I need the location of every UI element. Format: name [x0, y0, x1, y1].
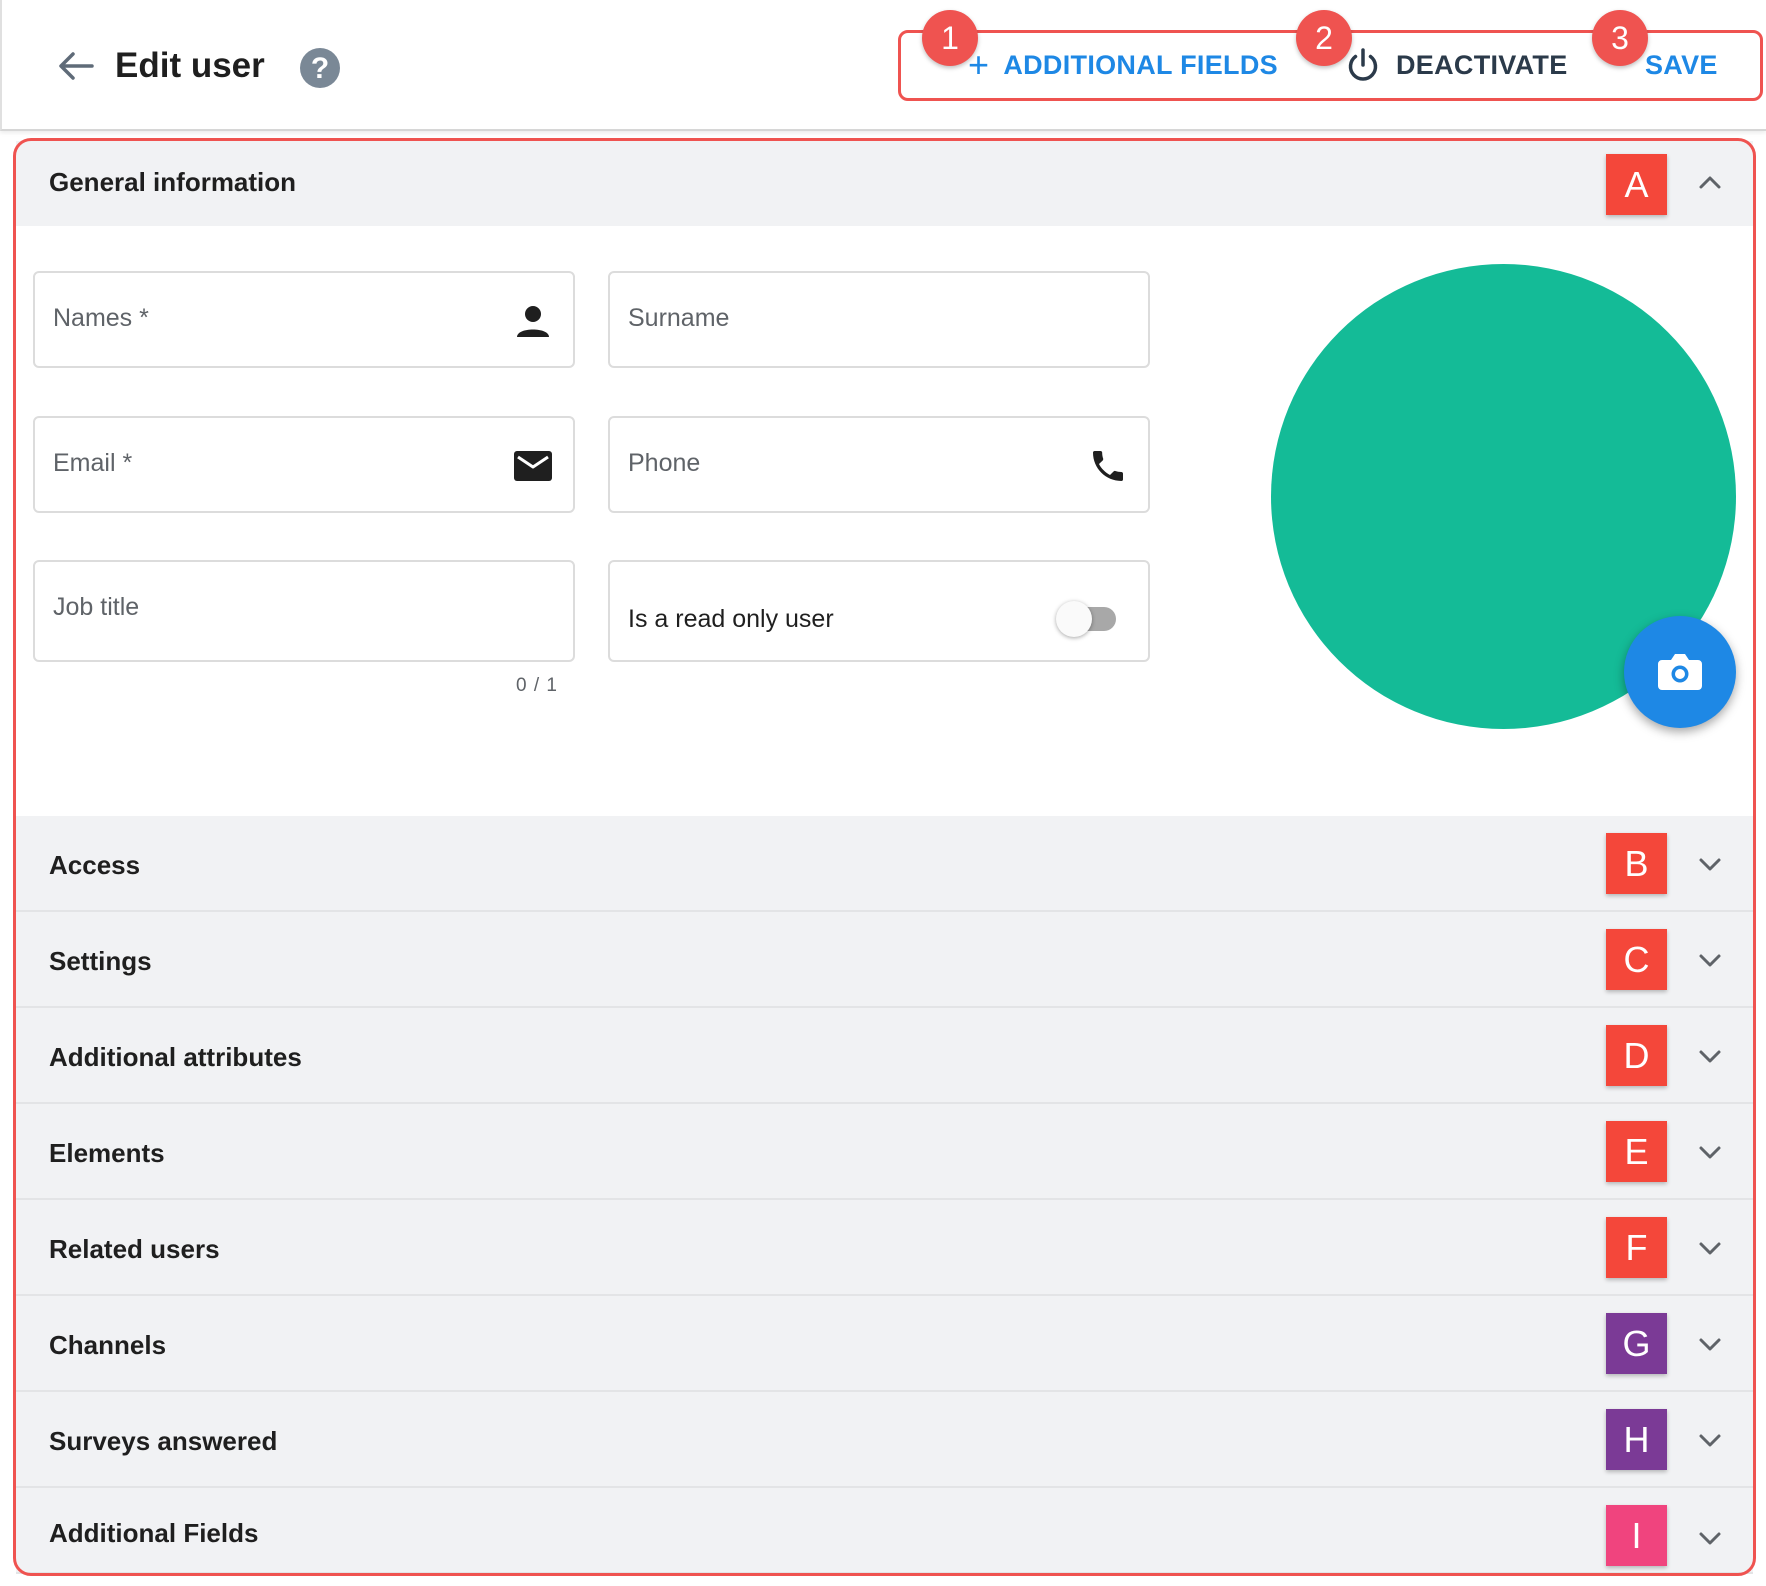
section-badge-c: C: [1606, 929, 1667, 990]
camera-icon: [1658, 654, 1702, 690]
section-title: Additional attributes: [49, 1042, 302, 1072]
general-information-header[interactable]: General information A: [16, 141, 1753, 226]
section-badge-a: A: [1606, 154, 1667, 215]
surname-field[interactable]: Surname: [608, 271, 1150, 368]
job-title-field[interactable]: Job title: [33, 560, 575, 662]
section-header-settings[interactable]: Settings C: [16, 912, 1753, 1008]
additional-fields-label: ADDITIONAL FIELDS: [1003, 49, 1278, 80]
chevron-down-icon[interactable]: [1694, 1522, 1726, 1554]
email-field[interactable]: Email *: [33, 416, 575, 513]
section-badge-i: I: [1606, 1505, 1667, 1566]
section-title: Elements: [49, 1138, 165, 1168]
surname-label: Surname: [628, 304, 730, 332]
section-header-related-users[interactable]: Related users F: [16, 1200, 1753, 1296]
help-button[interactable]: ?: [300, 48, 340, 88]
chevron-down-icon[interactable]: [1694, 1424, 1726, 1456]
section-title: Related users: [49, 1234, 220, 1264]
chevron-down-icon[interactable]: [1694, 1040, 1726, 1072]
chevron-down-icon[interactable]: [1694, 1136, 1726, 1168]
section-header-access[interactable]: Access B: [16, 816, 1753, 912]
section-badge-h: H: [1606, 1409, 1667, 1470]
section-title: Additional Fields: [49, 1518, 259, 1548]
callout-badge-2: 2: [1296, 10, 1352, 66]
chevron-down-icon[interactable]: [1694, 944, 1726, 976]
section-badge-e: E: [1606, 1121, 1667, 1182]
section-badge-d: D: [1606, 1025, 1667, 1086]
job-title-label: Job title: [53, 593, 140, 621]
general-information-title: General information: [49, 167, 297, 197]
save-button[interactable]: SAVE: [1645, 46, 1718, 84]
section-header-surveys-answered[interactable]: Surveys answered H: [16, 1392, 1753, 1488]
deactivate-label: DEACTIVATE: [1396, 49, 1568, 80]
chevron-up-icon[interactable]: [1694, 167, 1726, 199]
section-title: Channels: [49, 1330, 167, 1360]
section-title: Access: [49, 850, 141, 880]
chevron-down-icon[interactable]: [1694, 1328, 1726, 1360]
names-field[interactable]: Names *: [33, 271, 575, 368]
chevron-down-icon[interactable]: [1694, 848, 1726, 880]
section-badge-g: G: [1606, 1313, 1667, 1374]
deactivate-button[interactable]: DEACTIVATE: [1344, 46, 1568, 84]
section-title: Settings: [49, 946, 152, 976]
phone-icon: [1093, 451, 1123, 481]
back-button[interactable]: [54, 44, 98, 88]
power-icon: [1348, 48, 1378, 81]
save-label: SAVE: [1645, 49, 1718, 80]
email-label: Email *: [53, 449, 133, 477]
job-title-char-counter: 0 / 1: [516, 675, 558, 696]
page-title: Edit user: [115, 46, 265, 85]
section-header-channels[interactable]: Channels G: [16, 1296, 1753, 1392]
envelope-icon: [514, 451, 552, 481]
section-badge-f: F: [1606, 1217, 1667, 1278]
callout-badge-1: 1: [922, 10, 978, 66]
question-icon: ?: [310, 52, 330, 85]
names-label: Names *: [53, 304, 149, 332]
section-title: Surveys answered: [49, 1426, 278, 1456]
arrow-left-icon: [59, 52, 94, 80]
section-header-elements[interactable]: Elements E: [16, 1104, 1753, 1200]
change-photo-button[interactable]: [1624, 616, 1736, 728]
person-icon: [517, 306, 549, 337]
phone-field[interactable]: Phone: [608, 416, 1150, 513]
read-only-field: Is a read only user: [608, 560, 1150, 662]
chevron-down-icon[interactable]: [1694, 1232, 1726, 1264]
phone-label: Phone: [628, 449, 701, 477]
additional-fields-button[interactable]: + ADDITIONAL FIELDS: [968, 46, 1278, 84]
section-header-additional-fields[interactable]: Additional Fields I: [16, 1488, 1753, 1574]
section-header-additional-attributes[interactable]: Additional attributes D: [16, 1008, 1753, 1104]
read-only-toggle[interactable]: [1056, 601, 1092, 637]
callout-badge-3: 3: [1592, 10, 1648, 66]
read-only-label: Is a read only user: [628, 605, 834, 633]
section-badge-b: B: [1606, 833, 1667, 894]
